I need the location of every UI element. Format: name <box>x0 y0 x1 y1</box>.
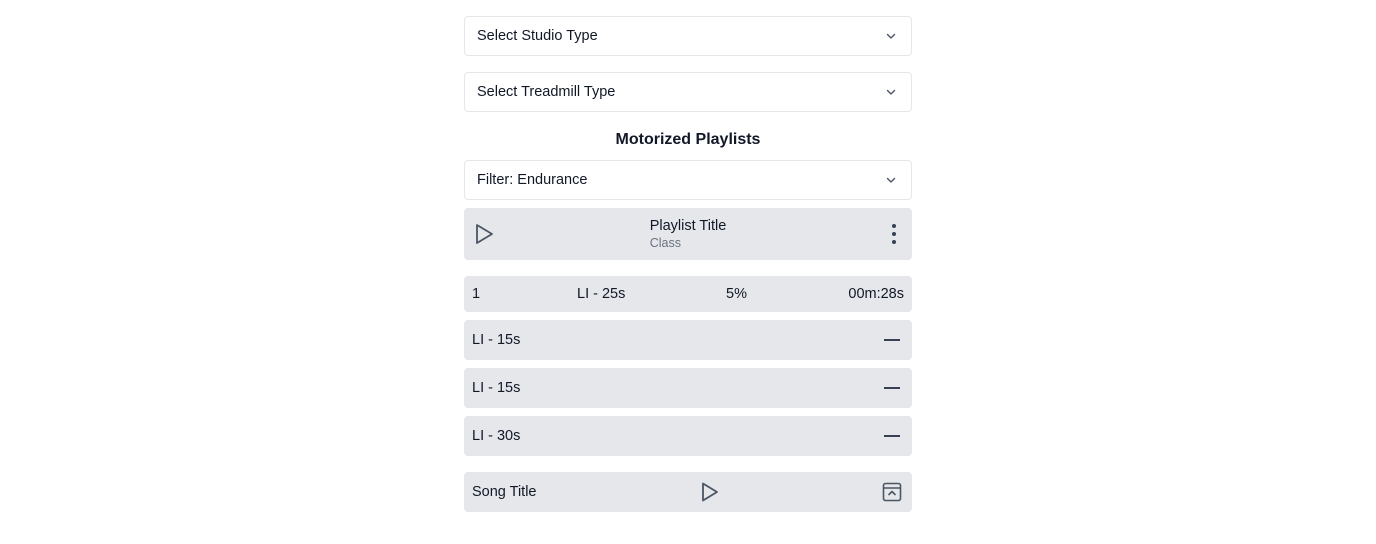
studio-type-select[interactable]: Select Studio Type <box>464 16 912 56</box>
interval-name: LI - 25s <box>577 286 626 302</box>
collapse-panel-icon[interactable] <box>882 482 902 502</box>
chevron-down-icon <box>885 86 897 98</box>
interval-label: LI - 15s <box>472 380 521 396</box>
playlist-subtitle: Class <box>649 236 681 250</box>
playlist-title: Playlist Title <box>649 218 727 234</box>
playlist-info: Playlist Title Class <box>464 217 912 252</box>
remove-interval-icon[interactable] <box>884 387 900 389</box>
filter-select-label: Filter: Endurance <box>477 172 588 188</box>
treadmill-type-select[interactable]: Select Treadmill Type <box>464 72 912 112</box>
song-title: Song Title <box>472 484 537 500</box>
treadmill-type-select-label: Select Treadmill Type <box>477 84 616 100</box>
section-title: Motorized Playlists <box>615 131 761 148</box>
current-interval-row: 1 LI - 25s 5% 00m:28s <box>464 276 912 312</box>
interval-item: LI - 15s <box>464 320 912 360</box>
interval-time: 00m:28s <box>848 286 904 302</box>
filter-select[interactable]: Filter: Endurance <box>464 160 912 200</box>
studio-type-select-label: Select Studio Type <box>477 28 598 44</box>
play-icon[interactable] <box>700 481 720 503</box>
now-playing-bar: Song Title <box>464 472 912 512</box>
chevron-down-icon <box>885 30 897 42</box>
remove-interval-icon[interactable] <box>884 339 900 341</box>
interval-item: LI - 15s <box>464 368 912 408</box>
chevron-down-icon <box>885 174 897 186</box>
remove-interval-icon[interactable] <box>884 435 900 437</box>
interval-incline: 5% <box>726 286 747 302</box>
interval-label: LI - 30s <box>472 428 521 444</box>
more-vertical-icon[interactable] <box>890 223 898 245</box>
interval-label: LI - 15s <box>472 332 521 348</box>
interval-item: LI - 30s <box>464 416 912 456</box>
interval-index: 1 <box>472 286 481 302</box>
playlist-card[interactable]: Playlist Title Class <box>464 208 912 260</box>
